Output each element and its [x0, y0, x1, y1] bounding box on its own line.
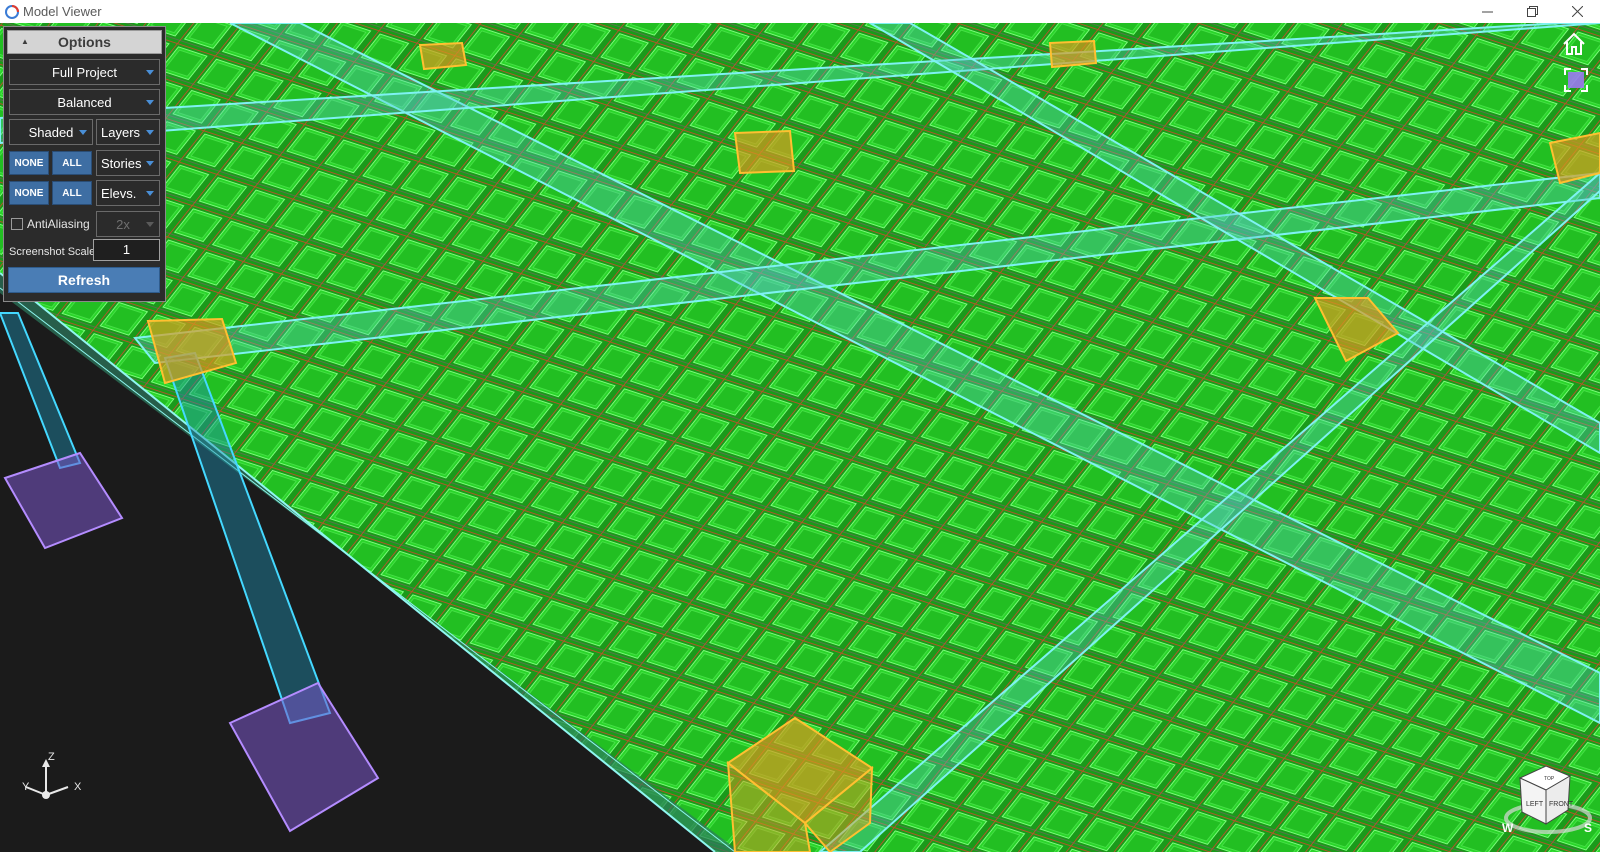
- collapse-caret-icon: ▲: [21, 37, 29, 46]
- antialiasing-checkbox[interactable]: [11, 218, 23, 230]
- svg-text:W: W: [1502, 821, 1514, 835]
- elevs-none-button[interactable]: NONE: [9, 181, 49, 205]
- stories-all-button[interactable]: ALL: [52, 151, 92, 175]
- view-cube-icon: TOP LEFT FRONT W S: [1502, 765, 1592, 835]
- screenshot-scale-label: Screenshot Scale: [9, 246, 96, 258]
- model-viewport[interactable]: Z X Y TOP LEFT FRONT W S: [0, 23, 1600, 852]
- options-title: Options: [58, 34, 111, 50]
- dropdown-arrow-icon: [146, 70, 154, 75]
- render-mode-dropdown[interactable]: Shaded: [9, 119, 93, 145]
- home-view-icon[interactable]: [1560, 30, 1588, 58]
- dropdown-arrow-icon: [146, 222, 154, 227]
- antialiasing-level-dropdown[interactable]: 2x: [96, 211, 160, 237]
- close-icon: [1572, 6, 1583, 17]
- antialiasing-label: AntiAliasing: [27, 217, 90, 231]
- stories-value: Stories: [101, 155, 142, 171]
- stories-dropdown[interactable]: Stories: [96, 150, 160, 176]
- dropdown-arrow-icon: [79, 130, 87, 135]
- elevs-value: Elevs.: [101, 185, 137, 201]
- svg-text:LEFT: LEFT: [1526, 801, 1544, 808]
- refresh-button[interactable]: Refresh: [8, 267, 160, 293]
- view-cube[interactable]: TOP LEFT FRONT W S: [1500, 748, 1596, 838]
- options-panel: ▲ Options Full Project Balanced Shaded L…: [3, 26, 166, 302]
- render-mode-value: Shaded: [28, 124, 74, 140]
- svg-text:FRONT: FRONT: [1549, 801, 1574, 808]
- dropdown-arrow-icon: [146, 161, 154, 166]
- svg-text:TOP: TOP: [1544, 776, 1555, 782]
- minimize-button[interactable]: [1465, 0, 1510, 23]
- screenshot-scale-input[interactable]: 1: [93, 239, 160, 261]
- dropdown-arrow-icon: [146, 100, 154, 105]
- title-bar: Model Viewer: [0, 0, 1600, 24]
- dropdown-arrow-icon: [146, 130, 154, 135]
- quality-dropdown[interactable]: Balanced: [9, 89, 160, 115]
- axis-x-label: X: [74, 781, 82, 793]
- layers-dropdown[interactable]: Layers: [96, 119, 160, 145]
- elevs-all-button[interactable]: ALL: [52, 181, 92, 205]
- zoom-extents-icon[interactable]: [1564, 68, 1588, 92]
- dropdown-arrow-icon: [146, 191, 154, 196]
- app-logo-icon: [5, 4, 19, 19]
- restore-icon: [1527, 6, 1538, 17]
- restore-button[interactable]: [1510, 0, 1555, 23]
- window-title: Model Viewer: [23, 4, 102, 19]
- svg-text:S: S: [1584, 821, 1592, 835]
- minimize-icon: [1482, 11, 1493, 13]
- scope-dropdown[interactable]: Full Project: [9, 59, 160, 85]
- axis-y-label: Y: [22, 781, 30, 793]
- options-header[interactable]: ▲ Options: [7, 30, 162, 54]
- scope-value: Full Project: [51, 64, 118, 80]
- axis-z-label: Z: [48, 751, 55, 763]
- antialiasing-level-value: 2x: [116, 216, 130, 232]
- structural-model-render[interactable]: [0, 23, 1600, 852]
- stories-none-button[interactable]: NONE: [9, 151, 49, 175]
- axis-triad: Z X Y: [16, 751, 96, 815]
- quality-value: Balanced: [57, 94, 112, 110]
- close-button[interactable]: [1555, 0, 1600, 23]
- layers-value: Layers: [101, 124, 141, 140]
- elevs-dropdown[interactable]: Elevs.: [96, 180, 160, 206]
